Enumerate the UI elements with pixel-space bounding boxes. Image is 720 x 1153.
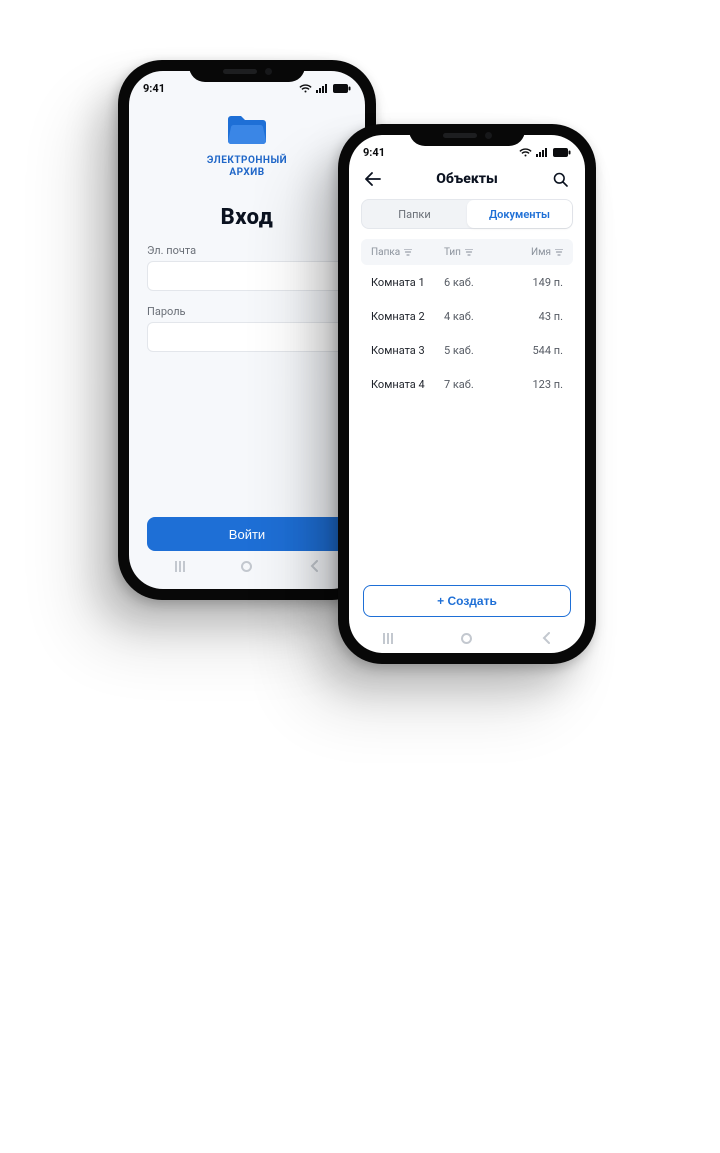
signal-icon (536, 148, 549, 157)
login-title: Вход (147, 205, 347, 230)
page-title: Объекты (436, 171, 498, 187)
logo-text-line1: ЭЛЕКТРОННЫЙ (147, 155, 347, 167)
logo-text-line2: АРХИВ (147, 167, 347, 179)
phone-notch (409, 124, 525, 146)
back-nav-icon[interactable] (309, 560, 319, 572)
login-button[interactable]: Войти (147, 517, 347, 551)
password-field[interactable] (147, 322, 347, 352)
table-row[interactable]: Комната 1 6 каб. 149 п. (361, 265, 573, 299)
phone-notch (189, 60, 305, 82)
password-label: Пароль (147, 305, 347, 318)
status-time: 9:41 (363, 146, 385, 159)
email-label: Эл. почта (147, 244, 347, 257)
search-icon[interactable] (551, 169, 571, 189)
table-header: Папка Тип Имя (361, 239, 573, 265)
filter-icon (404, 249, 412, 256)
tab-documents[interactable]: Документы (467, 200, 572, 228)
android-navbar (147, 551, 347, 581)
recents-icon[interactable] (383, 633, 393, 644)
create-button[interactable]: + Создать (363, 585, 571, 617)
table-row[interactable]: Комната 4 7 каб. 123 п. (361, 367, 573, 401)
column-type[interactable]: Тип (444, 247, 496, 258)
column-folder[interactable]: Папка (371, 247, 444, 258)
filter-icon (555, 249, 563, 256)
filter-icon (465, 249, 473, 256)
status-time: 9:41 (143, 82, 165, 95)
wifi-icon (299, 84, 312, 93)
column-folder-label: Папка (371, 247, 400, 258)
wifi-icon (519, 148, 532, 157)
segmented-tabs: Папки Документы (361, 199, 573, 229)
column-name-label: Имя (531, 247, 551, 258)
android-navbar (349, 623, 585, 653)
table-row[interactable]: Комната 2 4 каб. 43 п. (361, 299, 573, 333)
recents-icon[interactable] (175, 561, 185, 572)
column-name[interactable]: Имя (496, 247, 563, 258)
folder-icon (226, 132, 268, 151)
back-nav-icon[interactable] (541, 632, 551, 644)
column-type-label: Тип (444, 247, 461, 258)
phone-mockup-objects: 9:41 Объекты (338, 124, 596, 664)
email-field[interactable] (147, 261, 347, 291)
back-button[interactable] (363, 169, 383, 189)
signal-icon (316, 84, 329, 93)
battery-icon (333, 84, 351, 93)
table-row[interactable]: Комната 3 5 каб. 544 п. (361, 333, 573, 367)
tab-folders[interactable]: Папки (362, 200, 467, 228)
home-icon[interactable] (461, 633, 472, 644)
home-icon[interactable] (241, 561, 252, 572)
app-logo: ЭЛЕКТРОННЫЙ АРХИВ (147, 105, 347, 179)
battery-icon (553, 148, 571, 157)
